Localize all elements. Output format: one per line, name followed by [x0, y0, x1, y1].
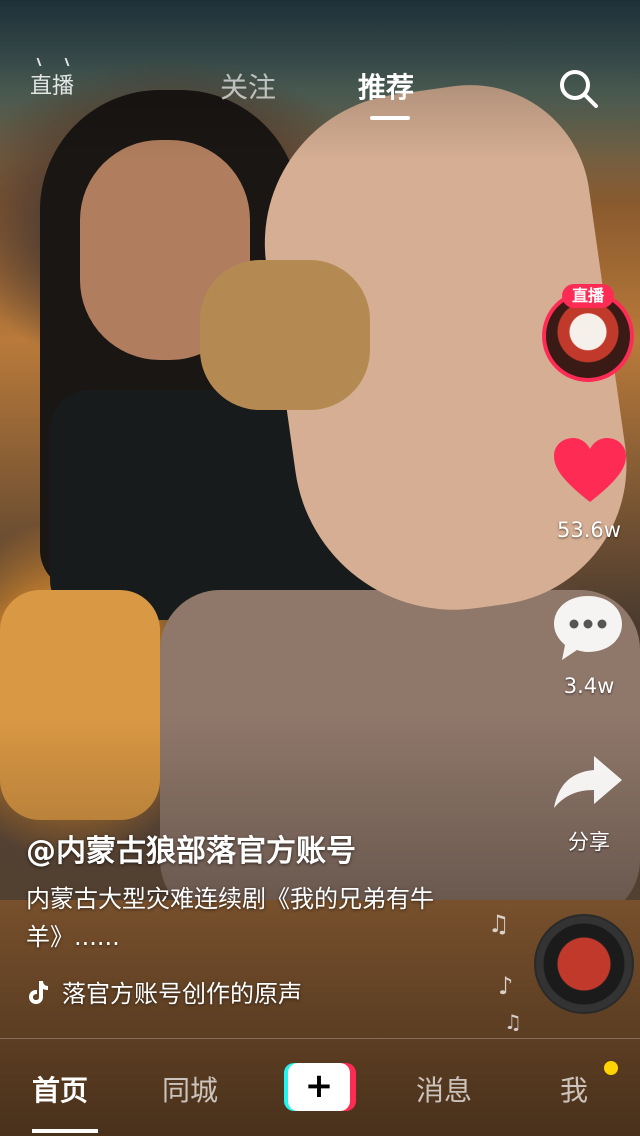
- heart-icon[interactable]: [552, 436, 628, 506]
- comment-icon[interactable]: [550, 592, 626, 664]
- share-arrow-icon[interactable]: [550, 752, 626, 812]
- tab-me[interactable]: 我: [560, 1069, 588, 1109]
- tab-home[interactable]: 首页: [32, 1069, 88, 1109]
- music-note-icon: ♫: [488, 910, 510, 938]
- music-note-icon: ♫: [504, 1010, 522, 1034]
- music-disc[interactable]: [534, 914, 634, 1014]
- action-rail: 直播 53.6w 3.4w 分享 ♫ ♪ ♫: [488, 0, 640, 1136]
- like-count: 53.6w: [557, 518, 621, 542]
- tab-follow[interactable]: 关注: [220, 66, 276, 106]
- music-track[interactable]: 落官方账号创作的原声: [26, 974, 302, 1009]
- notification-dot: [604, 1061, 618, 1075]
- share-label[interactable]: 分享: [524, 826, 640, 856]
- plus-icon: +: [288, 1063, 350, 1111]
- create-video-button[interactable]: +: [284, 1063, 356, 1111]
- author-handle[interactable]: @内蒙古狼部落官方账号: [26, 826, 356, 870]
- comment-count: 3.4w: [563, 674, 615, 698]
- video-food-bite: [200, 260, 370, 410]
- bottom-tab-bar: 首页 同城 + 消息 我: [0, 1038, 640, 1136]
- live-entry-button[interactable]: 直播: [30, 68, 74, 100]
- tiktok-note-icon: [29, 980, 48, 1004]
- music-note-icon: ♪: [498, 972, 514, 1000]
- tab-recommend[interactable]: 推荐: [358, 66, 414, 106]
- tab-messages[interactable]: 消息: [416, 1069, 472, 1109]
- live-badge: 直播: [562, 284, 614, 308]
- active-bottom-tab-indicator: [32, 1129, 98, 1133]
- tab-nearby[interactable]: 同城: [162, 1069, 218, 1109]
- video-description[interactable]: 内蒙古大型灾难连续剧《我的兄弟有牛羊》......: [26, 880, 466, 956]
- creator-avatar[interactable]: 直播: [542, 284, 634, 382]
- active-tab-indicator: [370, 116, 410, 120]
- music-title: 落官方账号创作的原声: [62, 980, 302, 1008]
